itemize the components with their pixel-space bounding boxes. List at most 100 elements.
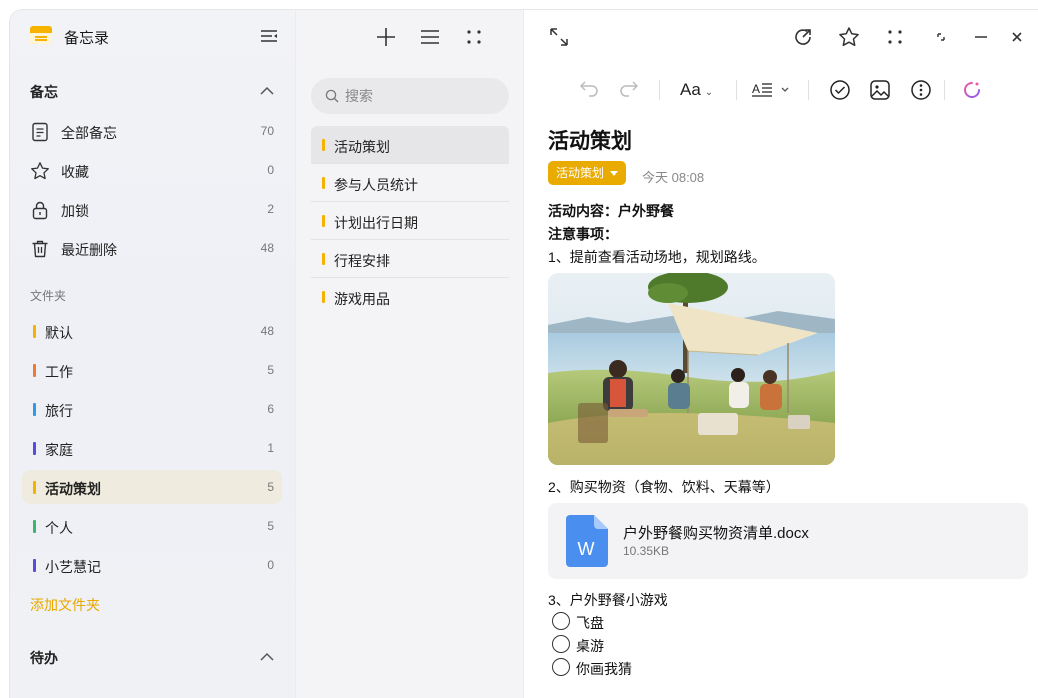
folder-label: 小艺慧记 bbox=[45, 559, 101, 575]
lock-icon bbox=[32, 201, 48, 220]
folder-count: 0 bbox=[267, 558, 274, 572]
step-2-text[interactable]: 2、购买物资（食物、饮料、天幕等） bbox=[548, 477, 780, 497]
star-icon bbox=[31, 162, 49, 180]
document-icon bbox=[32, 122, 48, 142]
redo-icon[interactable] bbox=[618, 78, 640, 102]
note-item-event-planning[interactable]: 活动策划 bbox=[311, 126, 509, 164]
folder-item-work[interactable]: 工作 5 bbox=[22, 353, 282, 387]
note-title[interactable]: 活动策划 bbox=[548, 125, 632, 155]
attachment-card[interactable]: W 户外野餐购买物资清单.docx 10.35KB bbox=[548, 503, 1028, 579]
more-options-icon[interactable] bbox=[909, 78, 933, 102]
folder-color-bar bbox=[33, 481, 36, 494]
step-1-text[interactable]: 1、提前查看活动场地，规划路线。 bbox=[548, 247, 766, 267]
checklist-label: 飞盘 bbox=[576, 615, 604, 631]
folder-tag-dropdown[interactable]: 活动策划 bbox=[548, 161, 627, 185]
more-options-icon[interactable] bbox=[463, 26, 485, 48]
note-title: 计划出行日期 bbox=[334, 215, 418, 231]
more-options-icon[interactable] bbox=[884, 26, 906, 48]
sidebar-item-recently-deleted[interactable]: 最近删除 48 bbox=[22, 231, 282, 265]
share-icon[interactable] bbox=[792, 26, 814, 48]
toolbar-divider bbox=[808, 80, 809, 100]
folder-color-bar bbox=[33, 364, 36, 377]
sidebar-item-count: 70 bbox=[260, 124, 274, 138]
folder-tag-label: 活动策划 bbox=[556, 166, 605, 180]
note-title: 活动策划 bbox=[334, 139, 390, 155]
folder-item-default[interactable]: 默认 48 bbox=[22, 314, 282, 348]
sidebar-item-locked[interactable]: 加锁 2 bbox=[22, 192, 282, 226]
checkbox-circle[interactable] bbox=[552, 658, 570, 676]
word-letter: W bbox=[578, 539, 595, 559]
folder-label: 默认 bbox=[45, 325, 73, 341]
search-input[interactable] bbox=[345, 78, 495, 114]
folder-item-travel[interactable]: 旅行 6 bbox=[22, 392, 282, 426]
folder-item-personal[interactable]: 个人 5 bbox=[22, 509, 282, 543]
folder-count: 5 bbox=[267, 519, 274, 533]
star-icon[interactable] bbox=[838, 26, 860, 48]
note-item-game-supplies[interactable]: 游戏用品 bbox=[311, 278, 509, 316]
note-title: 行程安排 bbox=[334, 253, 390, 269]
checkbox-circle[interactable] bbox=[552, 635, 570, 653]
note-color-bar bbox=[322, 253, 325, 265]
sidebar: 备忘录 备忘 全部备忘 70 收藏 0 加锁 2 最近删除 48 文件夹 默认 … bbox=[10, 10, 295, 698]
checklist-icon[interactable] bbox=[828, 78, 852, 102]
folder-count: 5 bbox=[267, 363, 274, 377]
picnic-photo[interactable] bbox=[548, 273, 835, 465]
sidebar-item-favorites[interactable]: 收藏 0 bbox=[22, 153, 282, 187]
sidebar-header: 备忘录 bbox=[10, 10, 295, 62]
image-icon[interactable] bbox=[868, 78, 892, 102]
folder-color-bar bbox=[33, 442, 36, 455]
folder-section-title: 文件夹 bbox=[30, 289, 67, 303]
note-editor: Aa ⌄ A 活动策划 活动策划 今天 08:08 活动内容：户外野餐 注意事项：… bbox=[523, 10, 1038, 698]
memo-section-title: 备忘 bbox=[30, 84, 58, 100]
search-box[interactable] bbox=[311, 78, 509, 114]
folder-item-family[interactable]: 家庭 1 bbox=[22, 431, 282, 465]
checklist-label: 桌游 bbox=[576, 638, 604, 654]
font-style-label: Aa bbox=[680, 80, 701, 99]
chevron-up-icon[interactable] bbox=[259, 86, 275, 96]
note-color-bar bbox=[322, 291, 325, 303]
content-line[interactable]: 活动内容：户外野餐 bbox=[548, 201, 674, 221]
sidebar-item-label: 加锁 bbox=[61, 203, 89, 219]
paragraph-format-icon[interactable]: A bbox=[752, 78, 796, 102]
note-item-travel-date[interactable]: 计划出行日期 bbox=[311, 202, 509, 240]
chevron-up-icon[interactable] bbox=[259, 652, 275, 662]
note-item-itinerary[interactable]: 行程安排 bbox=[311, 240, 509, 278]
add-folder-button[interactable]: 添加文件夹 bbox=[30, 595, 100, 615]
expand-icon[interactable] bbox=[548, 26, 570, 48]
folder-color-bar bbox=[33, 325, 36, 338]
note-item-participants[interactable]: 参与人员统计 bbox=[311, 164, 509, 202]
sidebar-item-count: 0 bbox=[267, 163, 274, 177]
checkbox-circle[interactable] bbox=[552, 612, 570, 630]
checklist-label: 你画我猜 bbox=[576, 661, 632, 677]
attachment-size: 10.35KB bbox=[623, 544, 670, 558]
sidebar-item-all-memos[interactable]: 全部备忘 70 bbox=[22, 114, 282, 148]
notes-heading[interactable]: 注意事项： bbox=[548, 224, 618, 244]
minimize-icon[interactable] bbox=[970, 26, 992, 48]
toolbar-divider bbox=[736, 80, 737, 100]
close-icon[interactable] bbox=[1006, 26, 1028, 48]
note-color-bar bbox=[322, 139, 325, 151]
add-note-icon[interactable] bbox=[375, 26, 397, 48]
collapse-sidebar-icon[interactable] bbox=[259, 28, 279, 44]
folder-count: 1 bbox=[267, 441, 274, 455]
folder-item-xiaoyi-notes[interactable]: 小艺慧记 0 bbox=[22, 548, 282, 582]
note-color-bar bbox=[322, 177, 325, 189]
folder-count: 5 bbox=[267, 480, 274, 494]
folder-item-event-planning[interactable]: 活动策划 5 bbox=[22, 470, 282, 504]
font-style-button[interactable]: Aa ⌄ bbox=[680, 78, 722, 102]
chevron-down-icon: ⌄ bbox=[704, 87, 714, 98]
restore-window-icon[interactable] bbox=[930, 26, 952, 48]
folder-label: 旅行 bbox=[45, 403, 73, 419]
undo-icon[interactable] bbox=[578, 78, 600, 102]
svg-text:A: A bbox=[752, 82, 760, 96]
app-title: 备忘录 bbox=[64, 30, 110, 47]
list-view-icon[interactable] bbox=[419, 26, 441, 48]
notes-window: 备忘录 备忘 全部备忘 70 收藏 0 加锁 2 最近删除 48 文件夹 默认 … bbox=[10, 10, 1038, 698]
folder-color-bar bbox=[33, 520, 36, 533]
folder-label: 活动策划 bbox=[45, 481, 101, 497]
sidebar-item-count: 2 bbox=[267, 202, 274, 216]
ai-assistant-icon[interactable] bbox=[960, 78, 984, 102]
step-3-text[interactable]: 3、户外野餐小游戏 bbox=[548, 590, 668, 610]
toolbar-divider bbox=[659, 80, 660, 100]
note-title: 参与人员统计 bbox=[334, 177, 418, 193]
